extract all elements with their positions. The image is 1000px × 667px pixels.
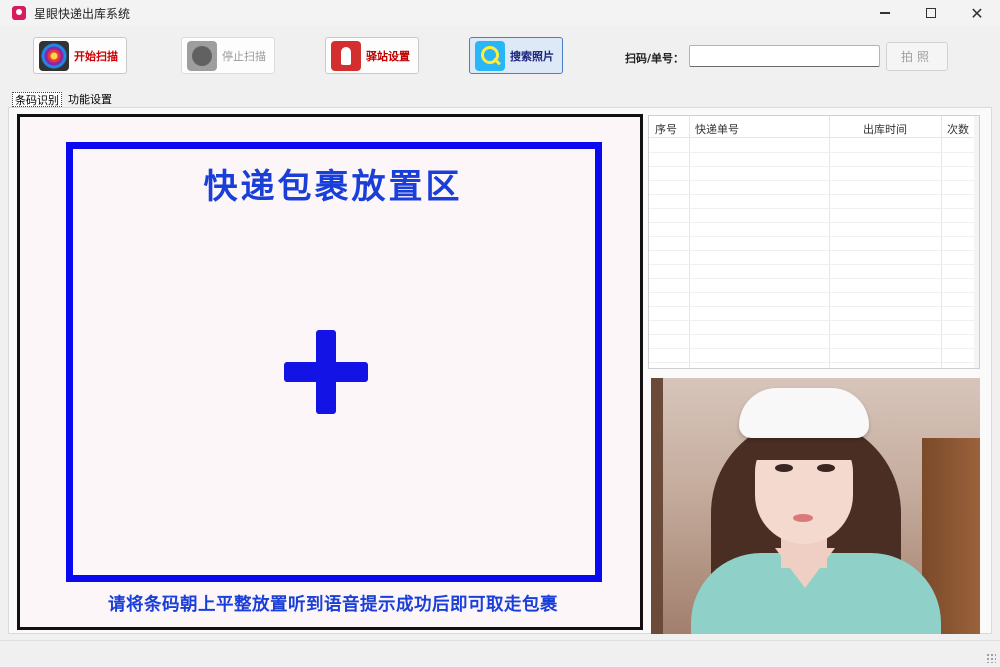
placement-hint: 请将条码朝上平整放置听到语音提示成功后即可取走包裹 [108, 595, 558, 615]
plus-icon-vertical [316, 330, 336, 414]
tab-barcode-recognition[interactable]: 条码识别 [12, 92, 62, 107]
app-logo-icon [12, 6, 26, 20]
window-title: 星眼快递出库系统 [34, 6, 131, 21]
camera-lens-icon [39, 40, 69, 71]
start-scan-label: 开始扫描 [74, 49, 118, 63]
station-settings-label: 驿站设置 [366, 49, 410, 63]
row-divider [649, 152, 979, 153]
status-bar [0, 640, 1000, 667]
scan-number-input[interactable] [689, 45, 880, 67]
row-divider [649, 166, 979, 167]
title-bar: 星眼快递出库系统 ✕ [0, 0, 1000, 26]
column-header-tracking-number[interactable]: 快递单号 [695, 121, 739, 137]
stop-scan-button[interactable]: 停止扫描 [181, 37, 275, 74]
magnifier-icon [475, 40, 505, 71]
list-header: 序号 快递单号 出库时间 次数 [649, 116, 979, 138]
row-divider [649, 320, 979, 321]
scan-number-label: 扫码/单号： [625, 52, 685, 65]
nurse-photo [651, 378, 980, 634]
stop-scan-label: 停止扫描 [222, 49, 266, 63]
minimize-button[interactable] [862, 0, 908, 26]
column-divider [689, 116, 690, 368]
take-photo-button[interactable]: 拍照 [886, 42, 948, 71]
row-divider [649, 264, 979, 265]
list-scrollbar[interactable] [974, 116, 979, 368]
close-button[interactable]: ✕ [954, 0, 1000, 26]
row-divider [649, 194, 979, 195]
stop-camera-icon [187, 40, 217, 71]
photo-lips [793, 514, 813, 522]
outbound-record-list[interactable]: 序号 快递单号 出库时间 次数 [648, 115, 980, 369]
minimize-icon [880, 12, 890, 14]
column-header-index[interactable]: 序号 [655, 121, 677, 137]
column-header-count[interactable]: 次数 [947, 121, 969, 137]
photo-eye [817, 464, 835, 472]
close-icon: ✕ [970, 3, 984, 23]
row-divider [649, 362, 979, 363]
row-divider [649, 236, 979, 237]
row-divider [649, 348, 979, 349]
maximize-button[interactable] [908, 0, 954, 26]
row-divider [649, 292, 979, 293]
resize-grip-icon[interactable] [986, 653, 996, 663]
row-divider [649, 278, 979, 279]
column-header-outbound-time[interactable]: 出库时间 [863, 121, 907, 137]
row-divider [649, 250, 979, 251]
search-photos-button[interactable]: 搜索照片 [469, 37, 563, 74]
column-divider [829, 116, 830, 368]
tab-function-settings[interactable]: 功能设置 [66, 92, 114, 107]
station-settings-button[interactable]: 驿站设置 [325, 37, 419, 74]
station-user-icon [331, 40, 361, 71]
maximize-icon [926, 8, 936, 18]
placement-zone-title: 快递包裹放置区 [203, 167, 463, 207]
photo-eye [775, 464, 793, 472]
package-placement-zone: 快递包裹放置区 请将条码朝上平整放置听到语音提示成功后即可取走包裹 [17, 114, 643, 630]
photo-nurse-cap [739, 388, 869, 438]
search-photos-label: 搜索照片 [510, 49, 554, 63]
start-scan-button[interactable]: 开始扫描 [33, 37, 127, 74]
row-divider [649, 306, 979, 307]
row-divider [649, 208, 979, 209]
row-divider [649, 180, 979, 181]
row-divider [649, 222, 979, 223]
column-divider [941, 116, 942, 368]
row-divider [649, 334, 979, 335]
